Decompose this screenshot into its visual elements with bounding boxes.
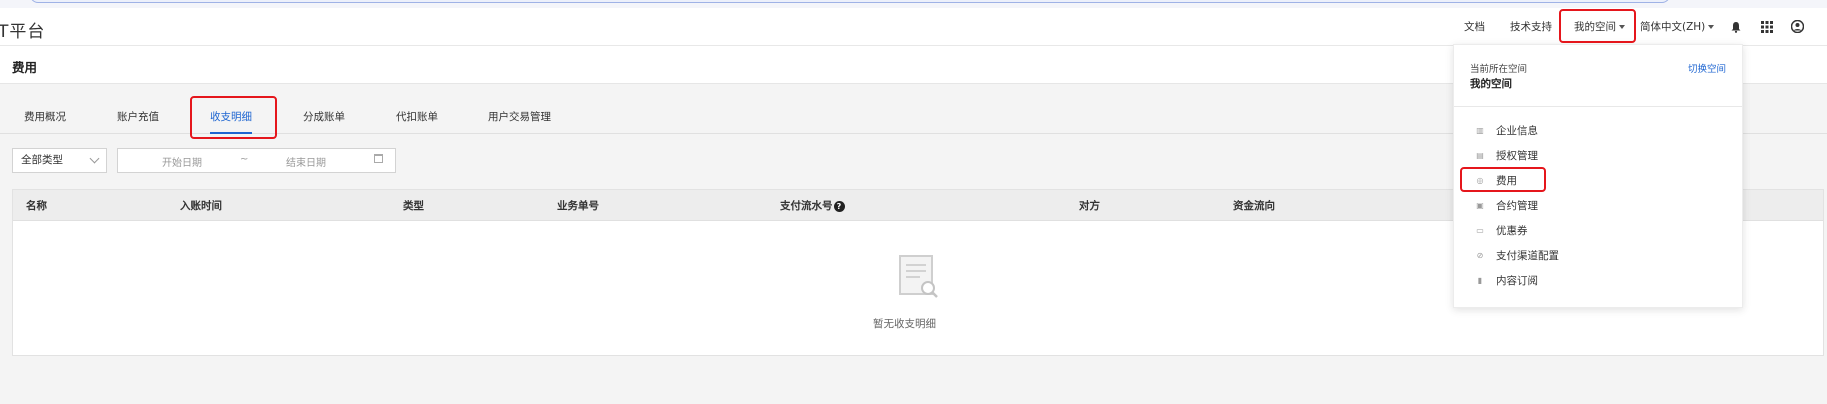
bookmark-icon: ▮	[1477, 276, 1483, 285]
column-header-time: 入账时间	[180, 200, 222, 212]
current-space-label: 当前所在空间	[1470, 64, 1528, 75]
browser-address-bar	[30, 0, 1670, 3]
page-title: 费用	[12, 60, 38, 75]
chevron-down-icon	[1708, 25, 1715, 29]
tab-withholding[interactable]: 代扣账单	[396, 104, 438, 134]
date-separator: ~	[240, 154, 249, 165]
tab-revenue-share[interactable]: 分成账单	[303, 104, 345, 134]
chevron-down-icon	[89, 153, 100, 164]
coupon-icon: ▭	[1476, 226, 1484, 235]
menu-item-label: 支付渠道配置	[1496, 250, 1559, 262]
tab-recharge[interactable]: 账户充值	[117, 104, 159, 134]
column-header-payment-serial: 支付流水号?	[780, 198, 845, 213]
tab-overview[interactable]: 费用概况	[24, 104, 66, 134]
column-header-fund-flow: 资金流向	[1233, 200, 1275, 212]
apps-grid-icon[interactable]	[1761, 21, 1773, 33]
highlight-menu-fees	[1460, 167, 1546, 192]
auth-icon: ▤	[1476, 151, 1484, 160]
type-select[interactable]: 全部类型	[12, 148, 107, 173]
nav-language-label: 简体中文(ZH)	[1640, 21, 1706, 33]
switch-space-link[interactable]: 切换空间	[1688, 61, 1726, 75]
menu-item-label: 内容订阅	[1496, 275, 1538, 287]
contract-icon: ▣	[1476, 201, 1484, 210]
highlight-my-space	[1559, 9, 1636, 43]
end-date-input[interactable]: 结束日期	[286, 154, 326, 169]
tab-user-transactions[interactable]: 用户交易管理	[488, 104, 551, 134]
bell-icon[interactable]	[1730, 21, 1742, 33]
payment-serial-label: 支付流水号	[780, 200, 833, 212]
calendar-icon	[374, 154, 383, 163]
nav-support[interactable]: 技术支持	[1510, 8, 1552, 46]
menu-item-label: 优惠券	[1496, 225, 1528, 237]
nav-docs[interactable]: 文档	[1464, 8, 1485, 46]
menu-item-label: 合约管理	[1496, 200, 1538, 212]
top-header: T平台 文档 技术支持 我的空间 简体中文(ZH)	[0, 8, 1827, 46]
user-icon[interactable]	[1791, 20, 1804, 33]
dropdown-divider	[1454, 106, 1742, 107]
type-select-value: 全部类型	[21, 154, 63, 166]
empty-state-text: 暂无收支明细	[873, 318, 936, 330]
help-icon[interactable]: ?	[833, 200, 845, 212]
column-header-counterparty: 对方	[1079, 200, 1100, 212]
highlight-tab-income-expense	[190, 96, 277, 139]
platform-logo[interactable]: T平台	[0, 17, 45, 42]
nav-language[interactable]: 简体中文(ZH)	[1640, 8, 1715, 46]
building-icon: ▥	[1476, 126, 1484, 135]
empty-document-icon	[899, 255, 938, 298]
start-date-input[interactable]: 开始日期	[162, 154, 202, 169]
column-header-type: 类型	[403, 200, 424, 212]
menu-item-label: 企业信息	[1496, 125, 1538, 137]
menu-item-label: 授权管理	[1496, 150, 1538, 162]
date-range-picker[interactable]: 开始日期 ~ 结束日期	[117, 148, 396, 173]
column-header-order-no: 业务单号	[557, 200, 599, 212]
column-header-name: 名称	[26, 200, 47, 212]
current-space-value: 我的空间	[1470, 78, 1512, 90]
payment-channel-icon: ⊘	[1476, 251, 1484, 260]
